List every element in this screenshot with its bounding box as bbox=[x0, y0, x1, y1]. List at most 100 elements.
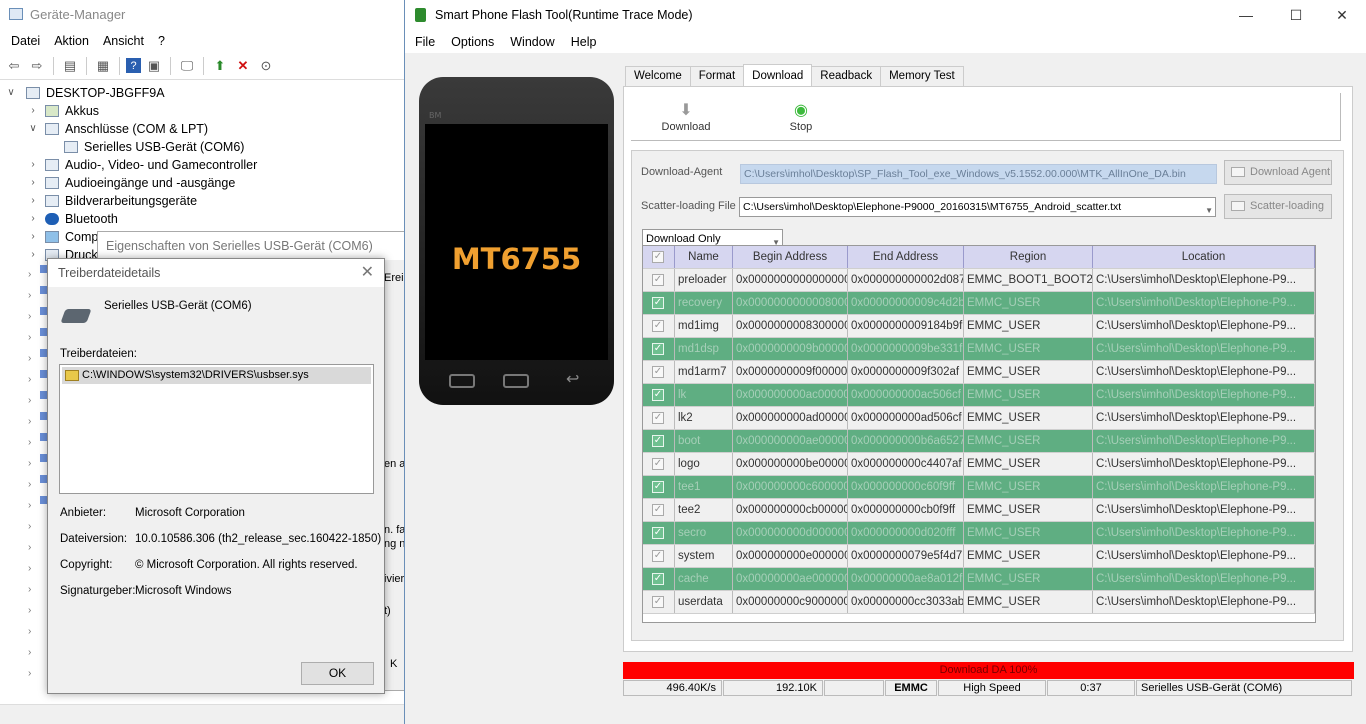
table-row[interactable]: ✓ boot 0x000000000ae00000 0x000000000b6a652… bbox=[643, 430, 1315, 453]
table-row[interactable]: ✓ md1dsp 0x0000000009b00000 0x0000000009be3… bbox=[643, 338, 1315, 361]
view-details-icon[interactable]: ▣ bbox=[144, 56, 164, 76]
scan-hardware-icon[interactable]: 🖵 bbox=[177, 56, 197, 76]
expand-icon[interactable]: › bbox=[28, 192, 38, 210]
disable-device-icon[interactable]: ⊙ bbox=[256, 56, 276, 76]
tree-item-bluetooth[interactable]: › Bluetooth bbox=[0, 210, 405, 228]
column-header-end[interactable]: End Address bbox=[848, 246, 964, 268]
home-key-icon bbox=[503, 374, 529, 388]
row-checkbox[interactable]: ✓ bbox=[652, 389, 664, 401]
row-checkbox[interactable]: ✓ bbox=[652, 343, 664, 355]
tree-item-serial-usb[interactable]: Serielles USB-Gerät (COM6) bbox=[0, 138, 405, 156]
menu-file[interactable]: File bbox=[407, 35, 443, 49]
table-row[interactable]: ✓ md1img 0x0000000008300000 0x0000000009184… bbox=[643, 315, 1315, 338]
tab-readback[interactable]: Readback bbox=[811, 66, 882, 86]
row-checkbox[interactable]: ✓ bbox=[652, 366, 664, 378]
expand-icon[interactable]: › bbox=[28, 156, 38, 174]
column-header-name[interactable]: Name bbox=[675, 246, 733, 268]
tree-item-akkus[interactable]: › Akkus bbox=[0, 102, 405, 120]
table-row[interactable]: ✓ recovery 0x0000000000008000 0x00000000009… bbox=[643, 292, 1315, 315]
row-checkbox[interactable]: ✓ bbox=[652, 274, 664, 286]
ok-button[interactable]: OK bbox=[301, 662, 374, 685]
table-row[interactable]: ✓ tee2 0x000000000cb00000 0x000000000cb0f9f… bbox=[643, 499, 1315, 522]
scatter-loading-button[interactable]: Scatter-loading bbox=[1224, 194, 1332, 219]
tab-format[interactable]: Format bbox=[689, 66, 745, 86]
table-row[interactable]: ✓ preloader 0x0000000000000000 0x0000000000… bbox=[643, 269, 1315, 292]
download-button[interactable]: ⬇ Download bbox=[661, 101, 711, 133]
dm-menu-help[interactable]: ? bbox=[151, 34, 172, 48]
driver-files-list[interactable]: C:\WINDOWS\system32\DRIVERS\usbser.sys bbox=[59, 364, 374, 494]
cell-name: md1dsp bbox=[675, 338, 733, 360]
help-icon[interactable]: ? bbox=[126, 58, 141, 73]
stop-button[interactable]: ◉ Stop bbox=[781, 101, 821, 133]
close-icon[interactable]: ✕ bbox=[1319, 0, 1365, 31]
dm-menu-ansicht[interactable]: Ansicht bbox=[96, 34, 151, 48]
download-form: Download-Agent C:\Users\imhol\Desktop\SP… bbox=[631, 150, 1344, 641]
update-driver-icon[interactable]: ⬆ bbox=[210, 56, 230, 76]
table-row[interactable]: ✓ lk 0x000000000ac00000 0x000000000ac506cf E… bbox=[643, 384, 1315, 407]
menu-options[interactable]: Options bbox=[443, 35, 502, 49]
table-row[interactable]: ✓ secro 0x000000000d000000 0x000000000d020f… bbox=[643, 522, 1315, 545]
table-row[interactable]: ✓ lk2 0x000000000ad00000 0x000000000ad506cf… bbox=[643, 407, 1315, 430]
row-checkbox[interactable]: ✓ bbox=[652, 320, 664, 332]
minimize-icon[interactable]: — bbox=[1223, 0, 1269, 31]
properties-icon[interactable]: ▦ bbox=[93, 56, 113, 76]
flash-tool-app-icon bbox=[415, 8, 426, 22]
table-row[interactable]: ✓ userdata 0x00000000c9000000 0x00000000cc3… bbox=[643, 591, 1315, 614]
download-agent-path[interactable]: C:\Users\imhol\Desktop\SP_Flash_Tool_exe… bbox=[740, 164, 1217, 184]
tab-memory-test[interactable]: Memory Test bbox=[880, 66, 964, 86]
tree-item-audio-io[interactable]: › Audioeingänge und -ausgänge bbox=[0, 174, 405, 192]
row-checkbox[interactable]: ✓ bbox=[652, 573, 664, 585]
dm-menu-aktion[interactable]: Aktion bbox=[47, 34, 96, 48]
table-row[interactable]: ✓ md1arm7 0x0000000009f00000 0x0000000009f3… bbox=[643, 361, 1315, 384]
collapse-icon[interactable]: ∨ bbox=[28, 120, 38, 138]
tab-download[interactable]: Download bbox=[743, 64, 813, 86]
row-checkbox[interactable]: ✓ bbox=[652, 435, 664, 447]
forward-arrow-icon[interactable]: ⇨ bbox=[27, 56, 47, 76]
dm-menu-datei[interactable]: Datei bbox=[4, 34, 47, 48]
select-all-cell[interactable]: ✓ bbox=[643, 246, 675, 268]
download-agent-button[interactable]: Download Agent bbox=[1224, 160, 1332, 185]
column-header-location[interactable]: Location bbox=[1093, 246, 1315, 268]
expand-icon[interactable]: › bbox=[28, 246, 38, 264]
row-checkbox-cell: ✓ bbox=[643, 522, 675, 544]
tree-item-computer[interactable]: ∨ DESKTOP-JBGFF9A bbox=[0, 84, 405, 102]
menu-window[interactable]: Window bbox=[502, 35, 562, 49]
row-checkbox[interactable]: ✓ bbox=[652, 504, 664, 516]
row-checkbox[interactable]: ✓ bbox=[652, 550, 664, 562]
select-all-checkbox[interactable]: ✓ bbox=[652, 251, 664, 263]
row-checkbox[interactable]: ✓ bbox=[652, 412, 664, 424]
row-checkbox[interactable]: ✓ bbox=[652, 458, 664, 470]
cell-location: C:\Users\imhol\Desktop\Elephone-P9... bbox=[1093, 453, 1315, 475]
menu-help[interactable]: Help bbox=[563, 35, 605, 49]
tree-item-audio-video[interactable]: › Audio-, Video- und Gamecontroller bbox=[0, 156, 405, 174]
table-row[interactable]: ✓ system 0x000000000e000000 0x0000000079e5f… bbox=[643, 545, 1315, 568]
view-list-icon[interactable]: ▤ bbox=[60, 56, 80, 76]
cell-end: 0x000000000b6a6527 bbox=[848, 430, 964, 452]
collapse-icon[interactable]: ∨ bbox=[6, 84, 16, 102]
uninstall-icon[interactable]: ✕ bbox=[233, 56, 253, 76]
row-checkbox[interactable]: ✓ bbox=[652, 481, 664, 493]
cell-begin: 0x0000000009f00000 bbox=[733, 361, 848, 383]
back-arrow-icon[interactable]: ⇦ bbox=[4, 56, 24, 76]
expand-icon[interactable]: › bbox=[28, 102, 38, 120]
table-row[interactable]: ✓ cache 0x00000000ae000000 0x00000000ae8a01… bbox=[643, 568, 1315, 591]
expand-icon[interactable]: › bbox=[28, 210, 38, 228]
list-item[interactable]: C:\WINDOWS\system32\DRIVERS\usbser.sys bbox=[62, 367, 371, 384]
expand-icon[interactable]: › bbox=[28, 228, 38, 246]
expand-icon[interactable]: › bbox=[28, 174, 38, 192]
cell-begin: 0x00000000c9000000 bbox=[733, 591, 848, 613]
tree-item-ports[interactable]: ∨ Anschlüsse (COM & LPT) bbox=[0, 120, 405, 138]
table-row[interactable]: ✓ logo 0x000000000be00000 0x000000000c4407a… bbox=[643, 453, 1315, 476]
table-row[interactable]: ✓ tee1 0x000000000c600000 0x000000000c60f9f… bbox=[643, 476, 1315, 499]
column-header-region[interactable]: Region bbox=[964, 246, 1093, 268]
column-header-begin[interactable]: Begin Address bbox=[733, 246, 848, 268]
row-checkbox[interactable]: ✓ bbox=[652, 596, 664, 608]
tree-item-imaging[interactable]: › Bildverarbeitungsgeräte bbox=[0, 192, 405, 210]
scatter-path-select[interactable]: C:\Users\imhol\Desktop\Elephone-P9000_20… bbox=[739, 197, 1216, 217]
row-checkbox[interactable]: ✓ bbox=[652, 527, 664, 539]
driver-file-path: C:\WINDOWS\system32\DRIVERS\usbser.sys bbox=[82, 369, 309, 381]
tab-welcome[interactable]: Welcome bbox=[625, 66, 691, 86]
row-checkbox[interactable]: ✓ bbox=[652, 297, 664, 309]
maximize-icon[interactable]: ☐ bbox=[1273, 0, 1319, 31]
close-icon[interactable]: ✕ bbox=[361, 259, 374, 287]
